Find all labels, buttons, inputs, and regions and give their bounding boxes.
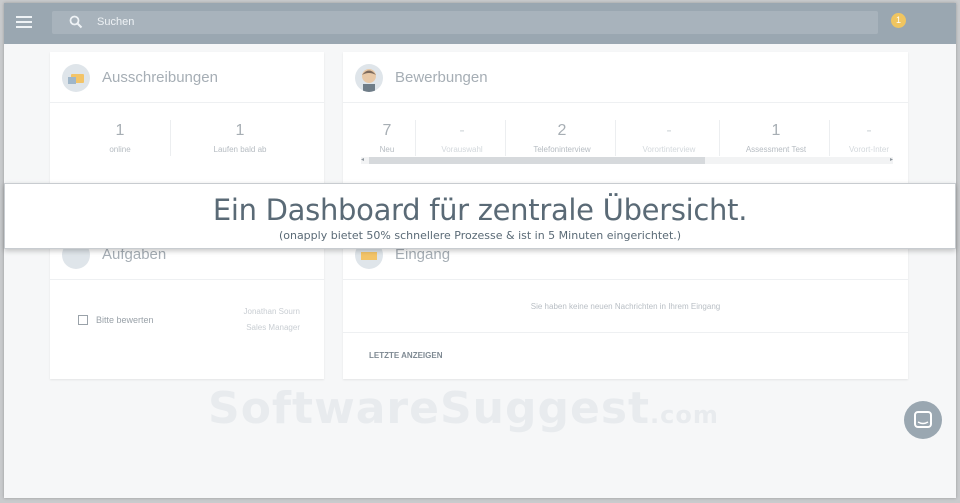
- stat-label: Vorortinterview: [642, 145, 696, 154]
- ausschreibungen-title: Ausschreibungen: [102, 69, 218, 86]
- chat-bubble-icon: [914, 411, 932, 428]
- hamburger-menu-icon[interactable]: [16, 16, 32, 30]
- aufgaben-card: Aufgaben Bitte bewerten Jonathan Sourn S…: [50, 229, 324, 379]
- watermark-brand: SoftwareSuggest: [208, 383, 651, 434]
- card-divider: [343, 332, 908, 333]
- stat-label: Telefoninterview: [533, 145, 591, 154]
- bewerbungen-card: Bewerbungen 7 Neu - Vorauswahl 2 Telefon…: [343, 52, 908, 187]
- stat-vorortinterview[interactable]: - Vorortinterview: [619, 122, 719, 154]
- promo-banner: Ein Dashboard für zentrale Übersicht. (o…: [4, 183, 956, 249]
- app-window: Suchen 1 Ausschreibungen 1 online 1 Lauf…: [4, 3, 956, 498]
- stat-divider: [615, 120, 616, 156]
- stat-value: 1: [235, 122, 245, 139]
- stat-value: -: [459, 122, 465, 139]
- show-latest-link[interactable]: LETZTE ANZEIGEN: [369, 351, 442, 360]
- search-icon: [69, 15, 83, 29]
- stat-label: Assessment Test: [745, 145, 807, 154]
- stat-label: online: [109, 145, 131, 154]
- stat-online[interactable]: 1 online: [70, 122, 170, 154]
- stat-value: 1: [771, 122, 781, 139]
- stat-divider: [719, 120, 720, 156]
- search-input[interactable]: Suchen: [52, 11, 878, 34]
- scrollbar-thumb[interactable]: [369, 157, 705, 164]
- stat-value: -: [866, 122, 872, 139]
- task-label: Bitte bewerten: [96, 315, 154, 325]
- notification-badge[interactable]: 1: [891, 13, 906, 28]
- banner-title: Ein Dashboard für zentrale Übersicht.: [212, 193, 748, 227]
- stat-label: Vorauswahl: [441, 145, 483, 154]
- watermark-suffix: .com: [650, 401, 719, 429]
- scroll-right-icon[interactable]: ▸: [890, 156, 893, 163]
- assignee-name: Jonathan Sourn: [243, 307, 301, 316]
- stat-vorauswahl[interactable]: - Vorauswahl: [419, 122, 505, 154]
- stat-telefoninterview[interactable]: 2 Telefoninterview: [509, 122, 615, 154]
- eingang-card: Eingang Sie haben keine neuen Nachrichte…: [343, 229, 908, 379]
- search-placeholder: Suchen: [97, 16, 135, 28]
- stat-value: 1: [115, 122, 125, 139]
- bewerbungen-title: Bewerbungen: [395, 69, 488, 86]
- stat-divider: [505, 120, 506, 156]
- stat-laufen-bald-ab[interactable]: 1 Laufen bald ab: [190, 122, 290, 154]
- bewerbungen-header: Bewerbungen: [343, 52, 908, 103]
- stat-label: Neu: [379, 145, 395, 154]
- stat-neu[interactable]: 7 Neu: [355, 122, 419, 154]
- stat-divider: [829, 120, 830, 156]
- softwaresuggest-watermark: SoftwareSuggest.com: [208, 383, 719, 434]
- horizontal-scrollbar[interactable]: ◂ ▸: [361, 157, 893, 164]
- stat-divider: [415, 120, 416, 156]
- stat-assessment-test[interactable]: 1 Assessment Test: [723, 122, 829, 154]
- stat-value: 7: [382, 122, 392, 139]
- assignee-role: Sales Manager: [246, 323, 300, 332]
- stat-divider: [170, 120, 171, 156]
- scroll-left-icon[interactable]: ◂: [361, 156, 364, 163]
- person-avatar-icon: [355, 64, 383, 92]
- stat-label: Laufen bald ab: [213, 145, 267, 154]
- stat-value: 2: [557, 122, 567, 139]
- task-checkbox[interactable]: [78, 315, 88, 325]
- banner-subtitle: (onapply bietet 50% schnellere Prozesse …: [278, 229, 682, 242]
- empty-inbox-message: Sie haben keine neuen Nachrichten in Ihr…: [530, 302, 721, 311]
- folder-avatar-icon: [62, 64, 90, 92]
- chat-button[interactable]: [904, 401, 942, 439]
- ausschreibungen-card: Ausschreibungen 1 online 1 Laufen bald a…: [50, 52, 324, 187]
- stat-label: Vorort-Inter: [848, 145, 889, 154]
- ausschreibungen-header: Ausschreibungen: [50, 52, 324, 103]
- top-bar: Suchen 1: [4, 3, 956, 44]
- stat-vorort-inter[interactable]: - Vorort-Inter: [839, 122, 899, 154]
- stat-value: -: [666, 122, 672, 139]
